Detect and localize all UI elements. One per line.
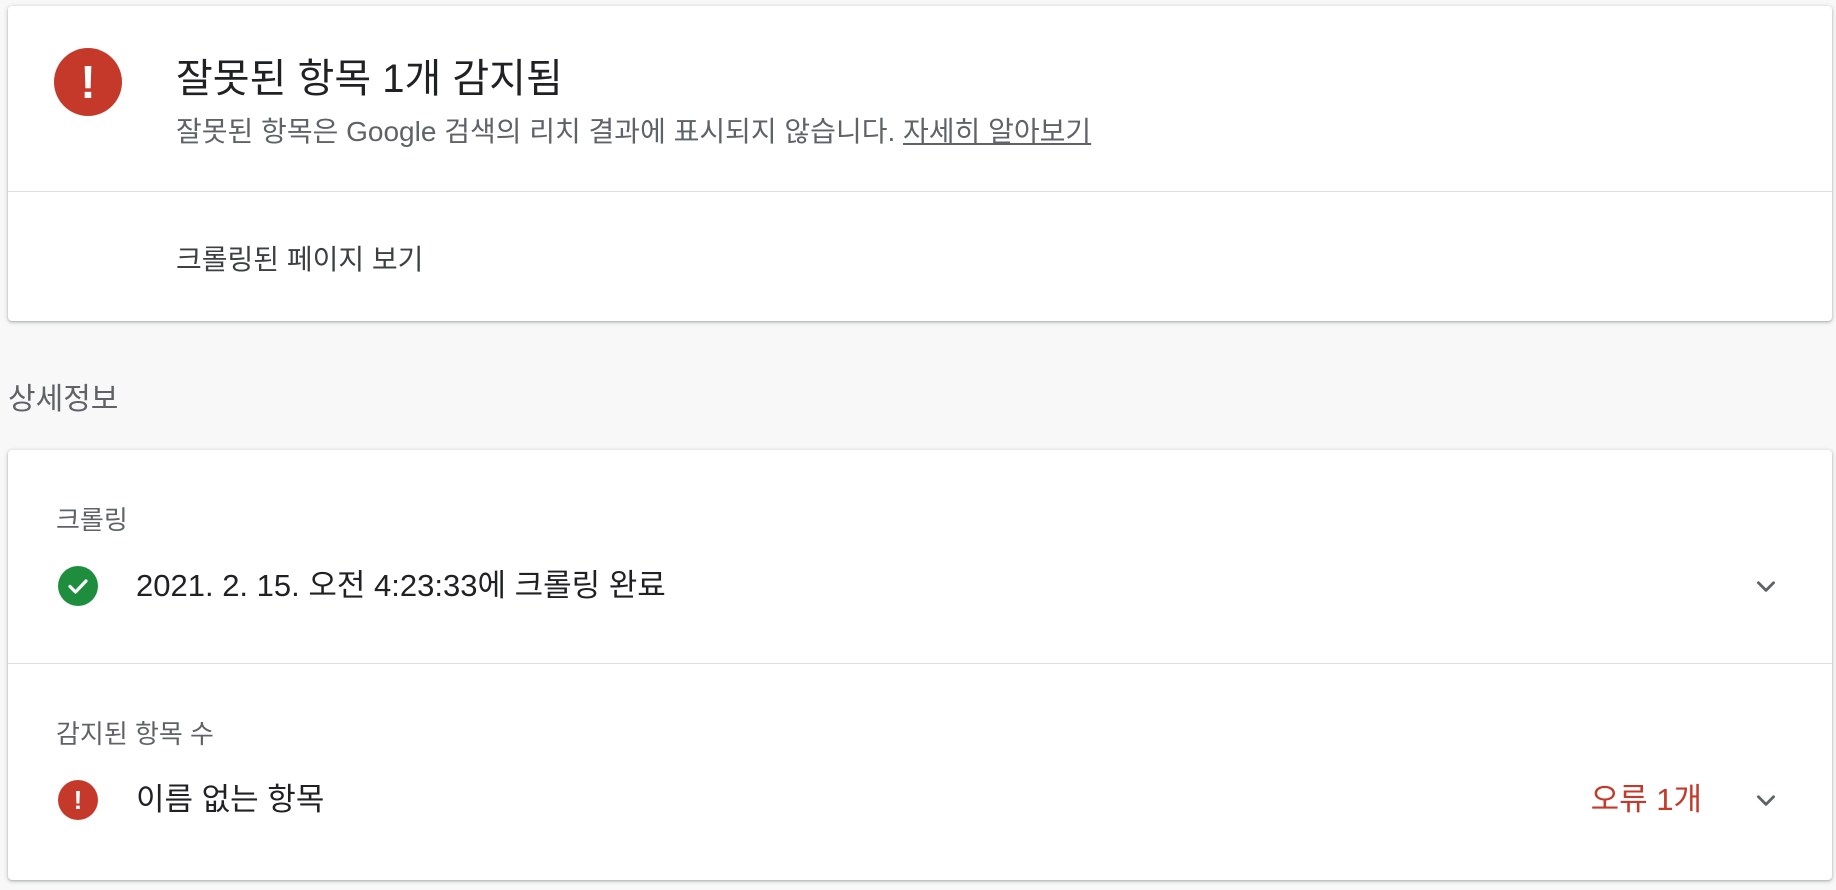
summary-title: 잘못된 항목 1개 감지됨	[176, 57, 563, 101]
error-icon: !	[54, 48, 122, 116]
summary-header: ! 잘못된 항목 1개 감지됨 잘못된 항목은 Google 검색의 리치 결과…	[8, 6, 1832, 192]
summary-description: 잘못된 항목은 Google 검색의 리치 결과에 표시되지 않습니다. 자세히…	[176, 110, 1091, 150]
error-count-badge: 오류 1개	[1590, 782, 1702, 817]
unnamed-item-row[interactable]: ! 이름 없는 항목 오류 1개	[8, 760, 1832, 840]
check-circle-icon	[58, 566, 98, 606]
details-card: 크롤링 2021. 2. 15. 오전 4:23:33에 크롤링 완료 감지된 …	[8, 450, 1832, 880]
error-icon: !	[58, 780, 98, 820]
crawl-section: 크롤링 2021. 2. 15. 오전 4:23:33에 크롤링 완료	[8, 450, 1832, 664]
crawl-label: 크롤링	[56, 505, 128, 535]
view-crawled-page-button[interactable]: 크롤링된 페이지 보기	[176, 238, 423, 278]
summary-card: ! 잘못된 항목 1개 감지됨 잘못된 항목은 Google 검색의 리치 결과…	[8, 6, 1832, 321]
detected-items-section: 감지된 항목 수 ! 이름 없는 항목 오류 1개	[8, 664, 1832, 880]
crawl-status-row[interactable]: 2021. 2. 15. 오전 4:23:33에 크롤링 완료	[8, 546, 1832, 626]
details-section-label: 상세정보	[8, 383, 119, 416]
crawl-status-text: 2021. 2. 15. 오전 4:23:33에 크롤링 완료	[136, 568, 666, 603]
item-name: 이름 없는 항목	[136, 782, 325, 817]
detected-items-label: 감지된 항목 수	[56, 719, 214, 749]
chevron-down-icon[interactable]	[1748, 568, 1784, 604]
chevron-down-icon[interactable]	[1748, 782, 1784, 818]
summary-description-text: 잘못된 항목은 Google 검색의 리치 결과에 표시되지 않습니다.	[176, 116, 896, 147]
learn-more-link[interactable]: 자세히 알아보기	[903, 116, 1091, 147]
